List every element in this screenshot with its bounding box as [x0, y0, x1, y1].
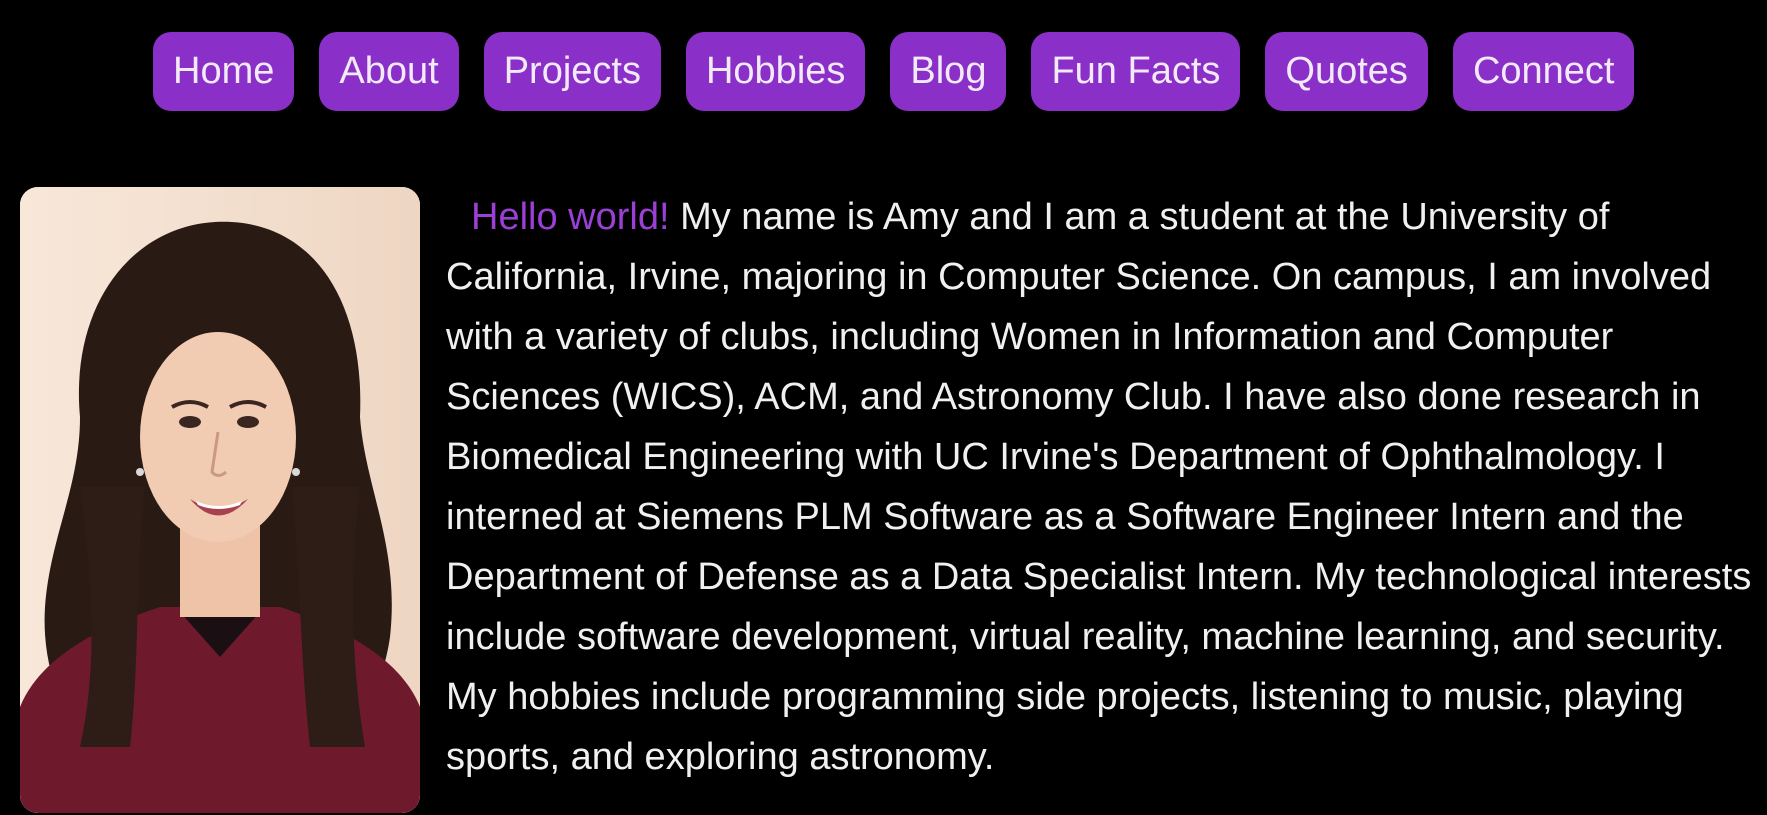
nav-quotes-button[interactable]: Quotes: [1265, 32, 1428, 111]
nav-blog-button[interactable]: Blog: [890, 32, 1007, 111]
portrait-photo-icon: [20, 187, 420, 813]
nav-hobbies-button[interactable]: Hobbies: [685, 32, 866, 111]
nav-connect-button[interactable]: Connect: [1452, 32, 1635, 111]
nav-fun-facts-button[interactable]: Fun Facts: [1031, 32, 1241, 111]
bio-text: My name is Amy and I am a student at the…: [446, 196, 1752, 778]
nav-home-button[interactable]: Home: [153, 32, 295, 111]
nav-about-button[interactable]: About: [319, 32, 459, 111]
nav-projects-button[interactable]: Projects: [483, 32, 661, 111]
profile-photo: [20, 187, 420, 813]
bio-paragraph: Hello world! My name is Amy and I am a s…: [446, 187, 1760, 787]
greeting-text: Hello world!: [471, 196, 670, 238]
main-nav: Home About Projects Hobbies Blog Fun Fac…: [153, 32, 1635, 111]
